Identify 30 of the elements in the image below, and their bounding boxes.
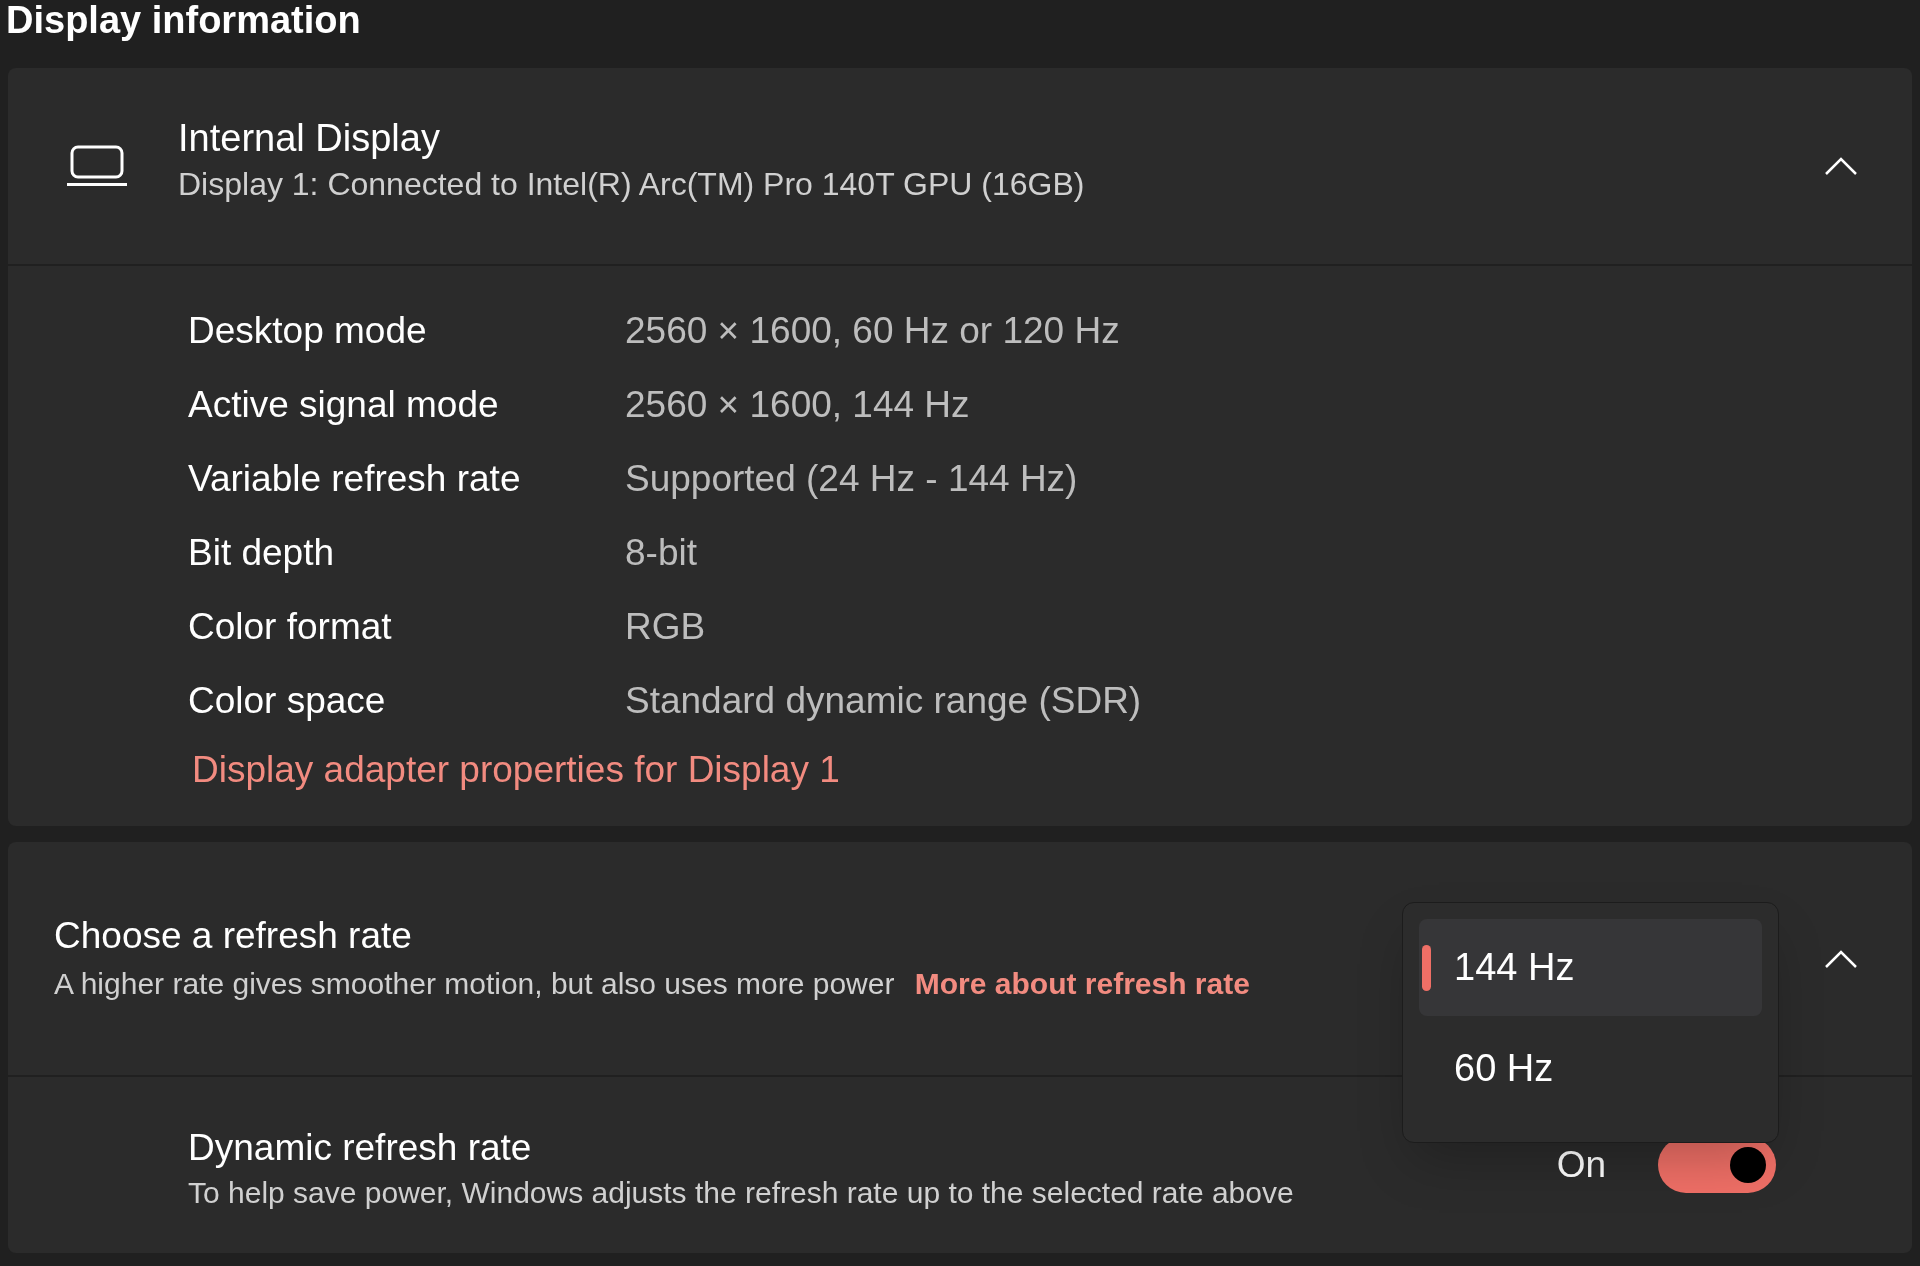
dynamic-refresh-title: Dynamic refresh rate <box>188 1126 533 1170</box>
laptop-icon <box>66 145 128 187</box>
property-label: Desktop mode <box>188 309 428 354</box>
display-name: Internal Display <box>178 116 441 161</box>
chevron-up-icon[interactable] <box>1824 948 1858 969</box>
toggle-knob <box>1730 1147 1766 1183</box>
property-value: Supported (24 Hz - 144 Hz) <box>625 457 1078 502</box>
property-value: Standard dynamic range (SDR) <box>625 679 1142 724</box>
refresh-rate-title: Choose a refresh rate <box>54 913 413 958</box>
refresh-rate-option[interactable]: 60 Hz <box>1419 1020 1762 1117</box>
selection-indicator <box>1422 945 1431 991</box>
property-label: Variable refresh rate <box>188 457 522 502</box>
property-value: 2560 × 1600, 144 Hz <box>625 383 970 428</box>
refresh-rate-description: A higher rate gives smoother motion, but also uses more power More about refresh rate <box>54 965 1251 1002</box>
refresh-rate-option[interactable]: 144 Hz <box>1419 919 1762 1016</box>
display-card-header[interactable]: Internal Display Display 1: Connected to Intel(R) Arc(TM) Pro 140T GPU (16GB) <box>8 68 1912 264</box>
adapter-properties-link[interactable]: Display adapter properties for Display 1 <box>192 742 840 798</box>
more-about-link[interactable]: More about refresh rate <box>914 966 1250 1000</box>
property-label: Color format <box>188 605 393 650</box>
dynamic-refresh-description: To help save power, Windows adjusts the refresh rate up to the selected rate above <box>188 1175 1295 1211</box>
page-title: Display information <box>5 0 362 43</box>
property-label: Color space <box>188 679 387 724</box>
property-value: RGB <box>625 605 706 650</box>
property-value: 8-bit <box>625 531 697 576</box>
property-label: Bit depth <box>188 531 336 576</box>
property-value: 2560 × 1600, 60 Hz or 120 Hz <box>625 309 1120 354</box>
property-label: Active signal mode <box>188 383 500 428</box>
display-subtitle: Display 1: Connected to Intel(R) Arc(TM) Pro 140T GPU (16GB) <box>178 165 1086 204</box>
toggle-state-label: On <box>1556 1143 1606 1188</box>
chevron-up-icon[interactable] <box>1824 156 1858 176</box>
